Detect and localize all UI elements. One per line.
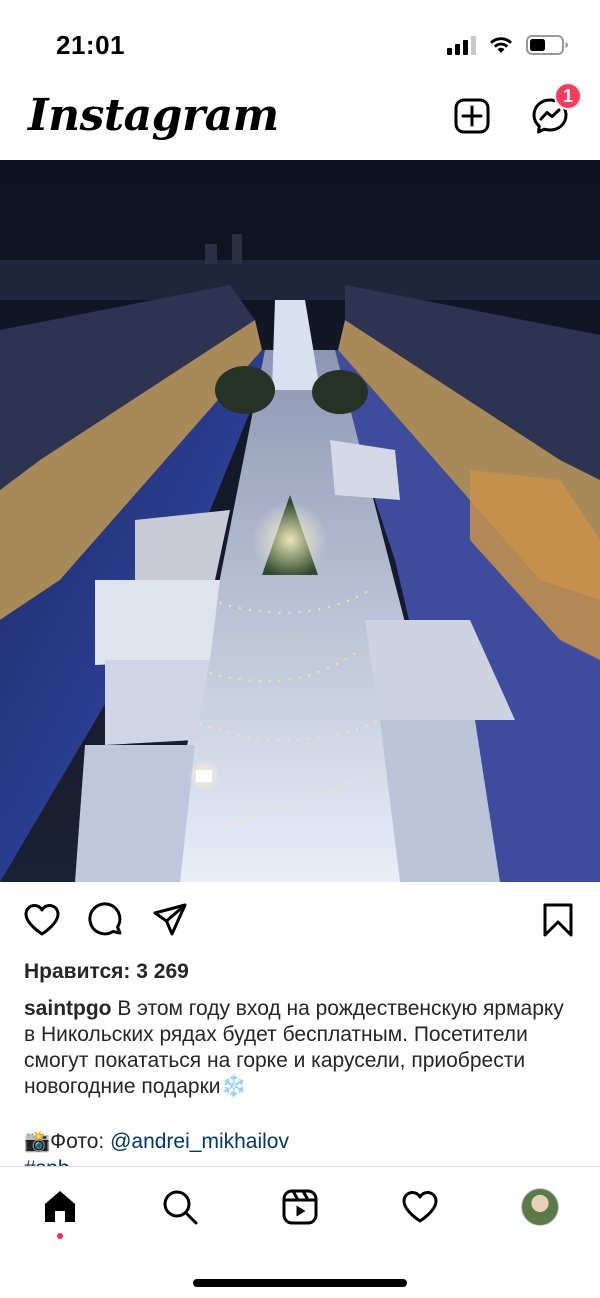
new-post-button[interactable] — [452, 96, 492, 136]
christmas-market-photo — [0, 160, 600, 882]
home-icon — [45, 1191, 75, 1222]
hashtag-line[interactable]: #spb — [24, 1156, 70, 1166]
search-icon — [163, 1190, 198, 1225]
wifi-icon — [490, 37, 512, 53]
save-button[interactable] — [538, 900, 578, 940]
profile-avatar — [521, 1188, 559, 1226]
messenger-button[interactable]: 1 — [530, 82, 582, 136]
status-time: 21:01 — [56, 30, 125, 60]
activity-heart-icon — [402, 1191, 438, 1223]
battery-icon — [526, 35, 568, 55]
nav-profile-button[interactable] — [518, 1185, 562, 1229]
home-indicator[interactable] — [193, 1279, 407, 1287]
heart-icon — [24, 904, 60, 936]
status-bar: 21:01 — [0, 0, 600, 90]
messenger-badge: 1 — [554, 82, 582, 110]
nav-reels-button[interactable] — [278, 1185, 322, 1229]
comment-button[interactable] — [86, 900, 126, 940]
post-caption: saintpgo В этом году вход на рождественс… — [24, 996, 580, 1100]
home-notification-dot — [57, 1233, 63, 1239]
reels-icon — [282, 1189, 318, 1225]
comment-icon — [88, 902, 122, 936]
photo-credit: 📸Фото: @andrei_mikhailov — [24, 1130, 289, 1154]
cellular-signal-icon — [447, 35, 476, 55]
share-icon — [153, 903, 187, 936]
nav-home-button[interactable] — [38, 1185, 82, 1229]
post-actions — [0, 896, 600, 946]
nav-search-button[interactable] — [158, 1185, 202, 1229]
post-image[interactable] — [0, 160, 600, 882]
camera-emoji: 📸 — [24, 1130, 51, 1153]
share-button[interactable] — [150, 900, 190, 940]
instagram-logo[interactable]: Instagram — [28, 90, 279, 141]
snowflake-emoji: ❄️ — [220, 1075, 247, 1098]
bottom-navigation — [0, 1166, 600, 1298]
status-icons — [447, 34, 570, 56]
likes-count[interactable]: Нравится: 3 269 — [24, 960, 189, 984]
app-header: Instagram 1 — [0, 82, 600, 160]
credit-link[interactable]: @andrei_mikhailov — [110, 1130, 289, 1153]
new-post-icon — [454, 98, 490, 134]
bookmark-icon — [543, 903, 573, 937]
caption-author[interactable]: saintpgo — [24, 997, 112, 1020]
credit-label: Фото: — [50, 1130, 111, 1153]
nav-activity-button[interactable] — [398, 1185, 442, 1229]
like-button[interactable] — [22, 900, 62, 940]
